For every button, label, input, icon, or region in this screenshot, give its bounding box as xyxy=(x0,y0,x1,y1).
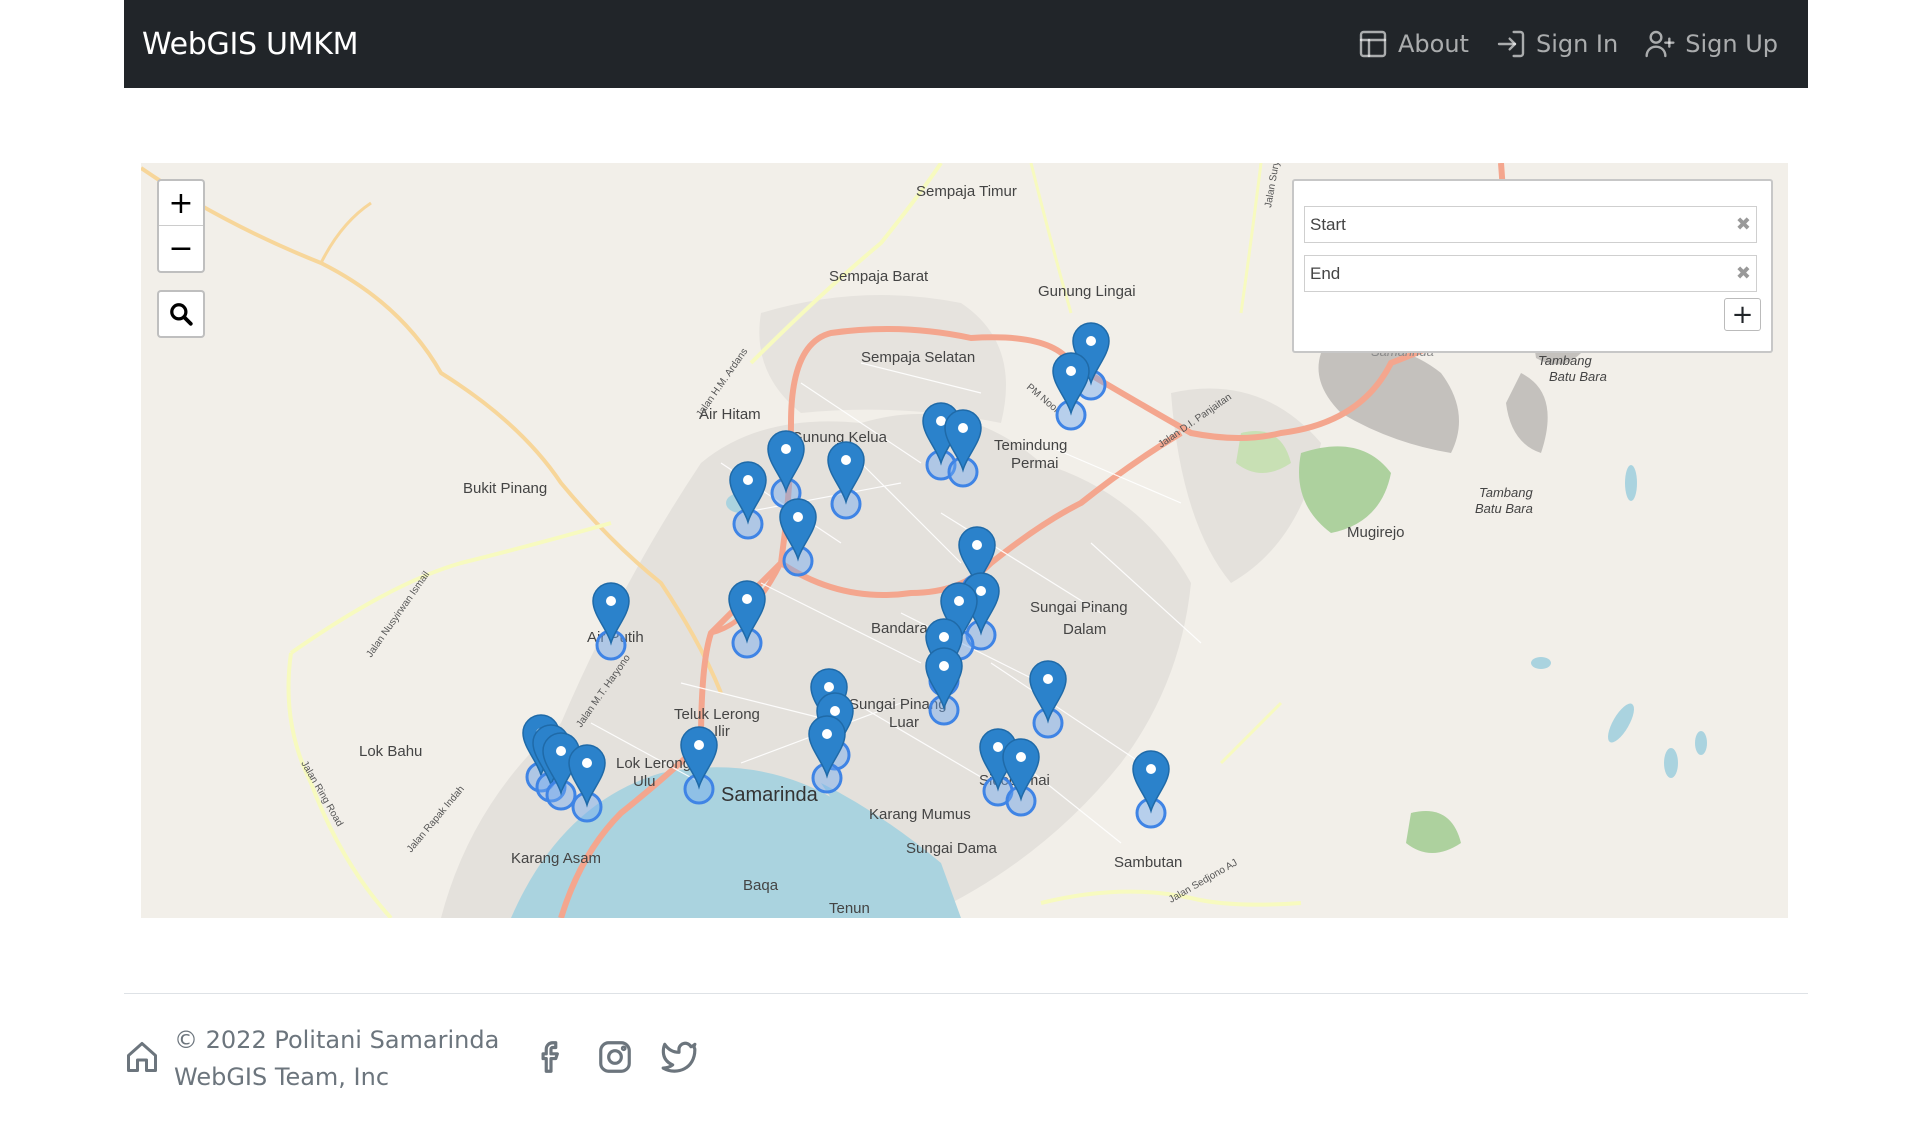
add-waypoint-button[interactable]: + xyxy=(1724,298,1761,331)
route-start-input[interactable] xyxy=(1310,214,1710,235)
label-samarinda: Samarinda xyxy=(721,784,819,806)
instagram-icon xyxy=(599,1040,631,1073)
footer: © 2022 Politani Samarinda WebGIS Team, I… xyxy=(124,1022,698,1096)
route-start-field: ✖ xyxy=(1304,206,1757,243)
instagram-link[interactable] xyxy=(596,1038,634,1081)
zoom-out-button[interactable]: − xyxy=(159,226,203,271)
label-karang-mumus: Karang Mumus xyxy=(869,806,971,823)
routing-panel: ✖ ✖ + xyxy=(1292,179,1773,353)
label-karang-asam: Karang Asam xyxy=(511,850,601,867)
nav-sign-in-label: Sign In xyxy=(1535,30,1619,58)
navbar: WebGIS UMKM About Sign In Sign Up xyxy=(124,0,1808,88)
label-sambutan: Sambutan xyxy=(1114,854,1182,871)
twitter-link[interactable] xyxy=(660,1038,698,1081)
nav-about[interactable]: About xyxy=(1357,28,1469,60)
nav-sign-in[interactable]: Sign In xyxy=(1495,28,1618,60)
home-icon[interactable] xyxy=(124,1039,160,1080)
label-sempaja-timur: Sempaja Timur xyxy=(916,183,1017,200)
twitter-icon xyxy=(661,1041,697,1073)
layout-icon xyxy=(1359,30,1387,58)
copyright: © 2022 Politani Samarinda WebGIS Team, I… xyxy=(174,1022,504,1096)
label-tambang-2: Tambang xyxy=(1538,353,1592,368)
label-batu-bara-2: Batu Bara xyxy=(1549,369,1607,384)
brand-name[interactable]: WebGIS UMKM xyxy=(142,27,358,62)
facebook-icon xyxy=(541,1040,559,1073)
footer-divider xyxy=(124,993,1808,994)
copyright-line-1: © 2022 Politani Samarinda xyxy=(174,1026,500,1054)
facebook-link[interactable] xyxy=(532,1038,570,1081)
label-teluk-lerong-2: Ilir xyxy=(714,723,730,740)
label-sempaja-selatan: Sempaja Selatan xyxy=(861,349,975,366)
map-container[interactable]: Sempaja Timur Sempaja Barat Gunung Linga… xyxy=(141,163,1788,918)
route-end-clear-icon[interactable]: ✖ xyxy=(1736,263,1751,284)
label-batu-bara: Batu Bara xyxy=(1475,501,1533,516)
copyright-line-2: WebGIS Team, Inc xyxy=(174,1063,390,1091)
search-icon xyxy=(170,303,193,326)
label-sempaja-barat: Sempaja Barat xyxy=(829,268,929,285)
label-baqa: Baqa xyxy=(743,877,779,894)
label-teluk-lerong-1: Teluk Lerong xyxy=(674,706,760,723)
route-end-input[interactable] xyxy=(1310,263,1710,284)
nav-sign-up-label: Sign Up xyxy=(1685,30,1778,58)
label-bukit-pinang: Bukit Pinang xyxy=(463,480,547,497)
label-mugirejo: Mugirejo xyxy=(1347,524,1405,541)
label-tenun: Tenun xyxy=(829,900,870,917)
nav-links: About Sign In Sign Up xyxy=(1357,28,1778,60)
label-permai: Permai xyxy=(1011,455,1059,472)
route-start-clear-icon[interactable]: ✖ xyxy=(1736,214,1751,235)
route-end-field: ✖ xyxy=(1304,255,1757,292)
zoom-control: + − xyxy=(157,179,205,273)
label-temindung: Temindung xyxy=(994,437,1067,454)
label-sungai-pinang-dalam-2: Dalam xyxy=(1063,621,1106,638)
label-lok-lerong-1: Lok Lerong xyxy=(616,755,691,772)
label-lok-lerong-2: Ulu xyxy=(633,773,656,790)
social-links xyxy=(532,1038,698,1081)
label-lok-bahu: Lok Bahu xyxy=(359,743,422,760)
map-search-button[interactable] xyxy=(157,290,205,338)
nav-about-label: About xyxy=(1397,30,1469,58)
nav-sign-up[interactable]: Sign Up xyxy=(1644,28,1778,60)
label-bandara: Bandara xyxy=(871,620,928,637)
sign-in-icon xyxy=(1497,30,1525,58)
label-sungai-dama: Sungai Dama xyxy=(906,840,998,857)
label-gunung-lingai: Gunung Lingai xyxy=(1038,283,1136,300)
label-sungai-pinang-dalam-1: Sungai Pinang xyxy=(1030,599,1128,616)
person-plus-icon xyxy=(1645,30,1675,58)
label-sungai-pinang-luar-2: Luar xyxy=(889,714,919,731)
zoom-in-button[interactable]: + xyxy=(159,181,203,226)
label-tambang: Tambang xyxy=(1479,485,1533,500)
